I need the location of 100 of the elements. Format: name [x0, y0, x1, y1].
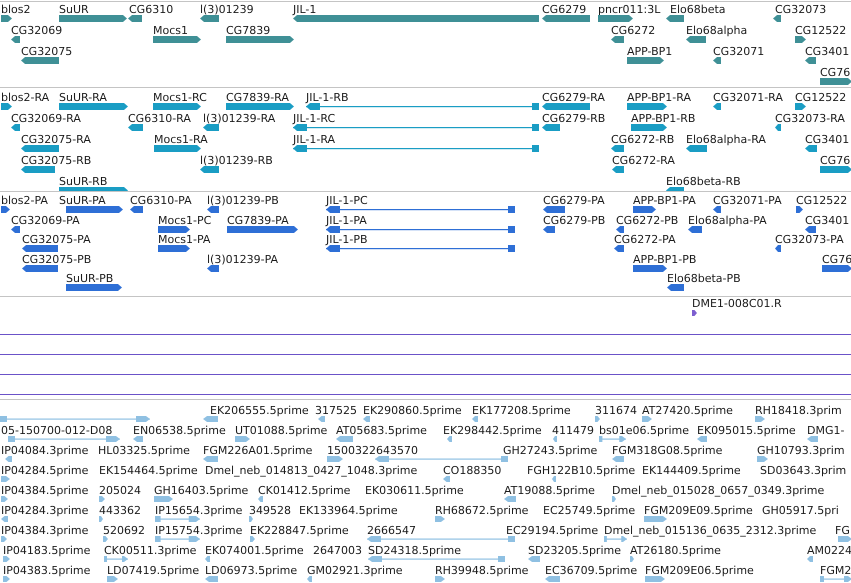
feature-label: CG32073-PA — [775, 234, 844, 246]
feature-label: CK01412.5prime — [258, 485, 350, 497]
feature-label: APP-BP1-PA — [633, 195, 696, 207]
feature-label: FGM226A01.5prime — [203, 445, 312, 457]
feature-label: FGM209E06.5prime — [645, 565, 754, 577]
feature-label: CG76 — [820, 155, 850, 167]
feature-label: blos2-RA — [1, 92, 50, 104]
feature-label: JIL-1 — [293, 4, 316, 16]
feature-label: CG6272-RA — [612, 155, 675, 167]
feature-label: CG7839-RA — [226, 92, 289, 104]
feature-label: GH05917.5pri — [762, 505, 839, 517]
feature-label: IP04084.3prime — [1, 445, 88, 457]
feature-label: CK00511.3prime — [104, 545, 196, 557]
feature-label: blos2 — [1, 4, 30, 16]
feature-label: DME1-008C01.R — [692, 298, 782, 310]
feature-label: APP-BP1-RA — [627, 92, 691, 104]
feature-label: CG6272 — [611, 25, 656, 37]
feature-label: IP15654.3prime — [155, 505, 242, 517]
feature-label: CG7839-PA — [227, 214, 289, 226]
feature-label: JIL-1-PC — [326, 195, 368, 207]
feature-label: CG6279-PB — [543, 214, 606, 226]
feature-label: Mocs1-PC — [158, 214, 212, 226]
feature-label: bs01e06.5prime — [599, 425, 690, 437]
feature-label: Elo68beta — [670, 4, 726, 16]
feature-label: Elo68alpha-RA — [686, 134, 766, 146]
feature-label: CG12522 — [795, 92, 846, 104]
feature-label: EK133964.5prime — [299, 505, 398, 517]
feature-label: RH39948.5prime — [435, 565, 528, 577]
feature-label: CG6279-RA — [542, 92, 605, 104]
feature-label: AT19088.5prime — [504, 485, 595, 497]
feature-label: Mocs1-PA — [158, 234, 210, 246]
feature-label: CG32069-PA — [11, 214, 80, 226]
feature-label: EK298442.5prime — [443, 425, 542, 437]
feature-label: JIL-1-RA — [293, 134, 336, 146]
feature-label: pncr011:3L — [598, 4, 660, 16]
feature-label: CG32075-PA — [22, 234, 91, 246]
feature-label: SuUR-RB — [59, 176, 108, 188]
feature-label: UT01088.5prime — [235, 425, 328, 437]
feature-label: LD07419.5prime — [107, 565, 200, 577]
feature-label: SuUR-PA — [59, 195, 106, 207]
feature-label: EN06538.5prime — [133, 425, 226, 437]
feature-label: SD23205.5prime — [528, 545, 621, 557]
feature-label: 2666547 — [367, 525, 416, 537]
feature-label: FGM2 — [820, 565, 851, 577]
feature-label: EK030611.5prime — [365, 485, 464, 497]
feature-label: 2647003 — [313, 545, 362, 557]
feature-label: 443362 — [99, 505, 141, 517]
feature-label: JIL-1-RB — [306, 92, 349, 104]
feature-label: SuUR-RA — [59, 92, 107, 104]
feature-label: l(3)01239-RB — [200, 155, 273, 167]
feature-label: JIL-1-PA — [326, 214, 367, 226]
feature-label: CG6310 — [129, 4, 174, 16]
feature-label: GH10793.3prim — [757, 445, 845, 457]
feature-label: IP04284.3prime — [1, 505, 88, 517]
feature-label: CG12522 — [795, 25, 846, 37]
feature-label: JIL-1-PB — [326, 234, 368, 246]
feature-label: Dmel_neb_014813_0427_1048.3prime — [205, 465, 418, 477]
feature-label: CG32069-RA — [11, 113, 81, 125]
feature-label: IP04383.5prime — [3, 565, 90, 577]
feature-label: CG3401 — [805, 214, 850, 226]
feature-label: FGH122B10.5prime — [527, 465, 636, 477]
feature-label: CG7839 — [226, 25, 270, 37]
feature-label: Elo68beta-RB — [666, 176, 741, 188]
feature-label: JIL-1-RC — [293, 113, 336, 125]
feature-label: CG6279-RB — [542, 113, 606, 125]
feature-label: 205024 — [99, 485, 141, 497]
feature-label: blos2-PA — [1, 195, 48, 207]
feature-label: CG32073 — [775, 4, 826, 16]
feature-label: HL03325.5prime — [98, 445, 190, 457]
feature-label: IP04284.5prime — [1, 465, 88, 477]
feature-label: CG6310-RA — [128, 113, 191, 125]
feature-label: CG32075-RA — [21, 134, 91, 146]
feature-label: CG32071 — [713, 46, 764, 58]
feature-label: 311674 — [595, 405, 637, 417]
feature-label: CG6279 — [542, 4, 586, 16]
feature-label: CG6272-PA — [614, 234, 676, 246]
feature-label: IP04384.3prime — [1, 525, 88, 537]
feature-label: l(3)01239-PA — [207, 254, 278, 266]
feature-label: LD06973.5prime — [205, 565, 298, 577]
feature-label: l(3)01239-PB — [207, 195, 279, 207]
feature-label: CG6310-PA — [130, 195, 192, 207]
feature-label: CG32073-RA — [775, 113, 845, 125]
feature-label: 05-150700-012-D08 — [1, 425, 112, 437]
feature-label: CG32075-PB — [22, 254, 92, 266]
feature-label: CG32069 — [11, 25, 62, 37]
feature-label: CG3401 — [805, 134, 850, 146]
feature-label: IP04384.5prime — [1, 485, 88, 497]
feature-label: 520692 — [103, 525, 145, 537]
feature-label: Dmel_neb_015136_0635_2312.3prime — [604, 525, 816, 537]
feature-label: SuUR — [59, 4, 89, 16]
feature-label: FGM318G08.5prime — [612, 445, 722, 457]
feature-label: 1500322643570 — [327, 445, 418, 457]
feature-label: CG76 — [820, 67, 850, 79]
feature-label: IP15754.3prime — [155, 525, 242, 537]
feature-label: Elo68beta-PB — [667, 273, 741, 285]
feature-label: CG32071-RA — [713, 92, 783, 104]
feature-label: 317525 — [315, 405, 357, 417]
feature-label: 349528 — [249, 505, 291, 517]
feature-label: Mocs1-RC — [153, 92, 207, 104]
feature-label: EK144409.5prime — [642, 465, 741, 477]
